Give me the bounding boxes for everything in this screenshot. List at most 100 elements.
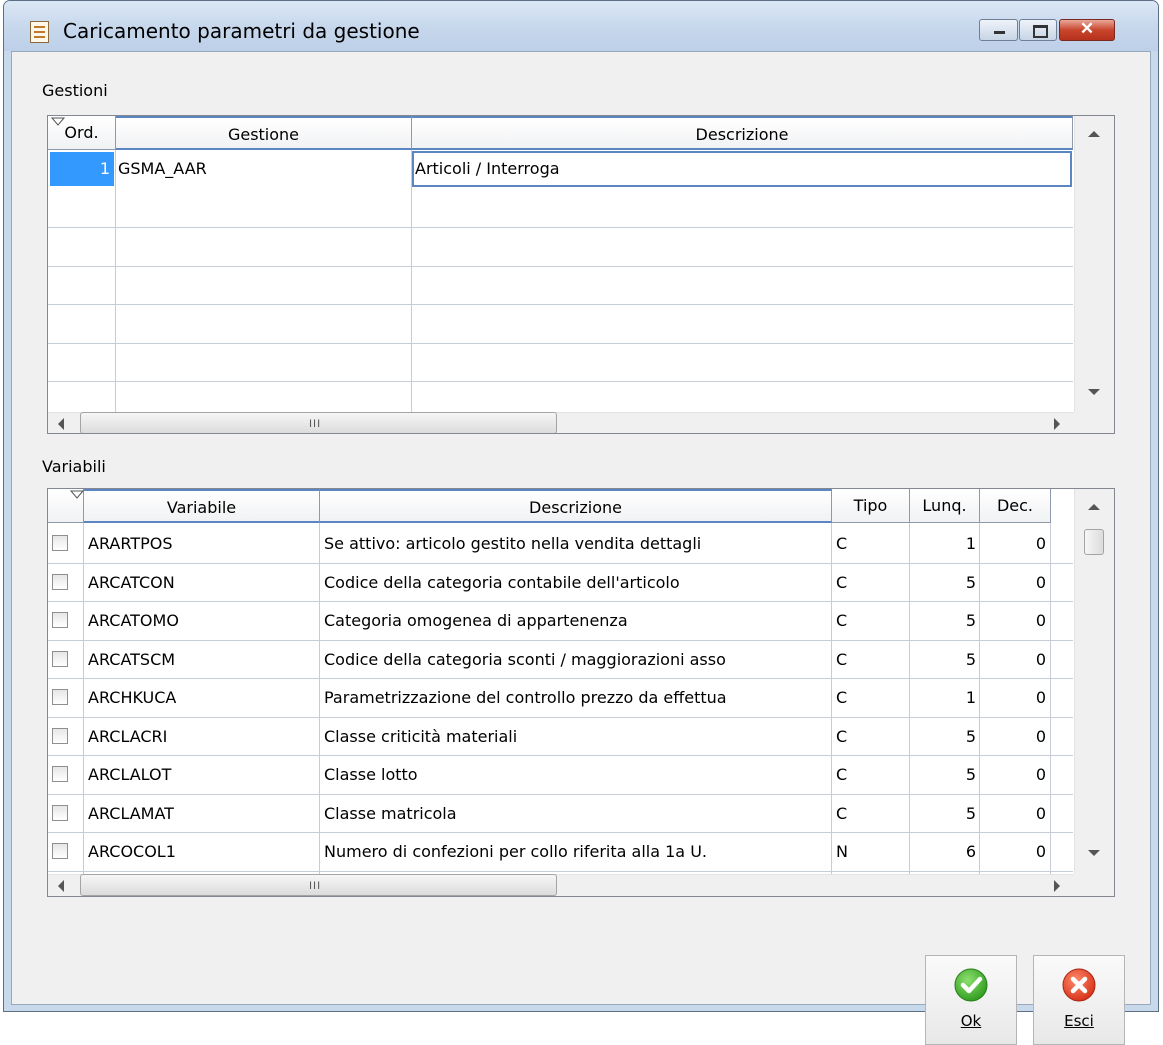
row-checkbox[interactable] bbox=[52, 573, 68, 590]
row-tipo-cell[interactable]: C bbox=[836, 795, 906, 834]
row-lung-cell[interactable]: 5 bbox=[910, 795, 976, 834]
column-header-descrizione[interactable]: Descrizione bbox=[320, 489, 832, 523]
row-gestione-cell[interactable]: GSMA_AAR bbox=[118, 152, 408, 186]
row-tipo-cell[interactable]: C bbox=[836, 679, 906, 718]
variabili-grid[interactable]: Variabile Descrizione Tipo Lunq. Dec. AR… bbox=[47, 488, 1115, 897]
row-dec-cell[interactable]: 0 bbox=[980, 756, 1046, 795]
row-checkbox[interactable] bbox=[52, 689, 68, 705]
row-descrizione-cell[interactable]: Categoria omogenea di appartenenza bbox=[324, 602, 829, 641]
row-dec-cell[interactable]: 0 bbox=[980, 718, 1046, 757]
row-descrizione-cell[interactable]: Classe matricola bbox=[324, 795, 829, 834]
column-header-gestione[interactable]: Gestione bbox=[116, 116, 412, 150]
scroll-down-icon[interactable] bbox=[1088, 849, 1100, 857]
column-header-select[interactable] bbox=[48, 489, 84, 523]
gestioni-grid[interactable]: Ord. Gestione Descrizione 1 GSMA_AAR Art… bbox=[47, 115, 1115, 434]
row-tipo-cell[interactable]: C bbox=[836, 756, 906, 795]
filter-icon bbox=[51, 117, 65, 126]
row-tipo-cell[interactable]: C bbox=[836, 525, 906, 564]
row-lung-cell[interactable]: 5 bbox=[910, 564, 976, 603]
scroll-down-icon[interactable] bbox=[1088, 388, 1100, 396]
row-dec-cell[interactable]: 0 bbox=[980, 602, 1046, 641]
close-icon: ✕ bbox=[1079, 19, 1095, 38]
maximize-button[interactable] bbox=[1019, 19, 1057, 41]
row-variabile-cell[interactable]: ARCATCON bbox=[88, 564, 316, 603]
scroll-up-icon[interactable] bbox=[1088, 503, 1100, 511]
row-checkbox[interactable] bbox=[52, 843, 68, 859]
row-lung-cell[interactable]: 6 bbox=[910, 833, 976, 872]
column-header-ord[interactable]: Ord. bbox=[48, 116, 116, 150]
row-variabile-cell[interactable]: ARCLACRI bbox=[88, 718, 316, 757]
row-lung-cell[interactable]: 1 bbox=[910, 679, 976, 718]
minimize-button[interactable] bbox=[979, 19, 1018, 41]
horizontal-scroll-thumb[interactable]: III bbox=[80, 412, 557, 433]
vertical-scrollbar[interactable] bbox=[1074, 489, 1114, 874]
row-dec-cell[interactable]: 0 bbox=[980, 564, 1046, 603]
column-header-tipo[interactable]: Tipo bbox=[832, 489, 910, 523]
esci-button-label: Esci bbox=[1064, 1012, 1094, 1030]
dialog-body: Gestioni Ord. Gestione Descrizione 1 GSM… bbox=[11, 51, 1151, 1045]
row-descrizione-cell[interactable]: Codice della categoria contabile dell'ar… bbox=[324, 564, 829, 603]
row-descrizione-cell[interactable]: Classe lotto bbox=[324, 756, 829, 795]
row-lung-cell[interactable]: 5 bbox=[910, 718, 976, 757]
window-title: Caricamento parametri da gestione bbox=[63, 19, 420, 43]
row-checkbox[interactable] bbox=[52, 650, 68, 667]
row-lung-cell[interactable]: 1 bbox=[910, 525, 976, 564]
row-lung-cell[interactable]: 5 bbox=[910, 602, 976, 641]
row-tipo-cell[interactable]: N bbox=[836, 833, 906, 872]
row-checkbox[interactable] bbox=[52, 535, 68, 551]
esci-button[interactable]: Esci bbox=[1033, 955, 1125, 1045]
row-dec-cell[interactable]: 0 bbox=[980, 641, 1046, 680]
row-dec-cell[interactable]: 0 bbox=[980, 795, 1046, 834]
row-descrizione-cell[interactable]: Se attivo: articolo gestito nella vendit… bbox=[324, 525, 829, 564]
row-variabile-cell[interactable]: ARCOCOL1 bbox=[88, 833, 316, 872]
vertical-scroll-thumb[interactable] bbox=[1084, 529, 1104, 555]
close-icon bbox=[1062, 968, 1096, 1002]
column-header-dec[interactable]: Dec. bbox=[980, 489, 1051, 523]
ok-button[interactable]: Ok bbox=[925, 955, 1017, 1045]
row-tipo-cell[interactable]: C bbox=[836, 718, 906, 757]
row-descrizione-cell[interactable]: Articoli / Interroga bbox=[415, 152, 1065, 186]
horizontal-scrollbar[interactable]: III bbox=[48, 874, 1074, 896]
row-tipo-cell[interactable]: C bbox=[836, 602, 906, 641]
dialog-window: Caricamento parametri da gestione ✕ Gest… bbox=[3, 0, 1159, 1045]
filter-icon bbox=[70, 490, 84, 499]
row-variabile-cell[interactable]: ARCATSCM bbox=[88, 641, 316, 680]
row-dec-cell[interactable]: 0 bbox=[980, 679, 1046, 718]
row-ord-cell[interactable]: 1 bbox=[50, 152, 114, 186]
row-checkbox[interactable] bbox=[52, 612, 68, 628]
scroll-right-icon[interactable] bbox=[1053, 418, 1061, 430]
row-variabile-cell[interactable]: ARCLALOT bbox=[88, 756, 316, 795]
row-checkbox[interactable] bbox=[52, 727, 68, 744]
horizontal-scroll-thumb[interactable]: III bbox=[80, 874, 557, 896]
row-checkbox[interactable] bbox=[52, 804, 68, 821]
row-variabile-cell[interactable]: ARARTPOS bbox=[88, 525, 316, 564]
row-variabile-cell[interactable]: ARCLAMAT bbox=[88, 795, 316, 834]
title-bar[interactable]: Caricamento parametri da gestione ✕ bbox=[4, 1, 1158, 51]
row-descrizione-cell[interactable]: Parametrizzazione del controllo prezzo d… bbox=[324, 679, 829, 718]
close-window-button[interactable]: ✕ bbox=[1059, 19, 1115, 41]
column-header-variabile[interactable]: Variabile bbox=[84, 489, 320, 523]
row-lung-cell[interactable]: 5 bbox=[910, 641, 976, 680]
row-dec-cell[interactable]: 0 bbox=[980, 525, 1046, 564]
row-tipo-cell[interactable]: C bbox=[836, 641, 906, 680]
scroll-up-icon[interactable] bbox=[1088, 130, 1100, 138]
row-checkbox[interactable] bbox=[52, 766, 68, 782]
row-descrizione-cell[interactable]: Codice della categoria sconti / maggiora… bbox=[324, 641, 829, 680]
row-descrizione-cell[interactable]: Numero di confezioni per collo riferita … bbox=[324, 833, 829, 872]
column-header-descrizione[interactable]: Descrizione bbox=[412, 116, 1073, 150]
gestioni-label: Gestioni bbox=[42, 81, 108, 100]
scroll-left-icon[interactable] bbox=[57, 418, 65, 430]
scroll-right-icon[interactable] bbox=[1053, 880, 1061, 892]
horizontal-scrollbar[interactable]: III bbox=[48, 412, 1074, 433]
row-lung-cell[interactable]: 5 bbox=[910, 756, 976, 795]
app-icon bbox=[30, 21, 49, 43]
vertical-scrollbar[interactable] bbox=[1074, 116, 1114, 412]
row-descrizione-cell[interactable]: Classe criticità materiali bbox=[324, 718, 829, 757]
row-dec-cell[interactable]: 0 bbox=[980, 833, 1046, 872]
row-variabile-cell[interactable]: ARCATOMO bbox=[88, 602, 316, 641]
scroll-left-icon[interactable] bbox=[57, 880, 65, 892]
row-variabile-cell[interactable]: ARCHKUCA bbox=[88, 679, 316, 718]
row-tipo-cell[interactable]: C bbox=[836, 564, 906, 603]
ok-button-label: Ok bbox=[960, 1012, 982, 1030]
column-header-lung[interactable]: Lunq. bbox=[910, 489, 980, 523]
